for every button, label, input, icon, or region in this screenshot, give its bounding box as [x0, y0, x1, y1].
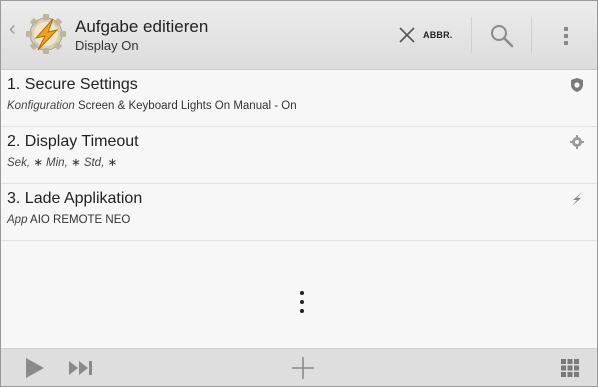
toolbar-divider: [471, 17, 472, 53]
param-value: AIO REMOTE NEO: [30, 214, 131, 226]
list-item[interactable]: 1. Secure Settings Konfiguration Screen …: [1, 70, 597, 127]
search-icon[interactable]: [487, 21, 517, 51]
action-title: 3. Lade Applikation: [7, 190, 143, 207]
cancel-button[interactable]: ABBR.: [397, 23, 453, 47]
action-title: 1. Secure Settings: [7, 76, 138, 93]
action-title: 2. Display Timeout: [7, 133, 139, 150]
action-bar: ‹ Aufgabe editieren Display On ABBR.: [1, 1, 597, 70]
action-parameters: Sek, ∗ Min, ∗ Std, ∗: [7, 155, 597, 171]
skip-forward-icon[interactable]: [67, 359, 97, 377]
action-parameters: Konfiguration Screen & Keyboard Lights O…: [7, 98, 597, 114]
action-parameters: App AIO REMOTE NEO: [7, 212, 597, 228]
list-item[interactable]: 2. Display Timeout Sek, ∗ Min, ∗ Std, ∗: [1, 127, 597, 184]
list-item[interactable]: 3. Lade Applikation App AIO REMOTE NEO: [1, 184, 597, 241]
action-list: 1. Secure Settings Konfiguration Screen …: [1, 70, 597, 241]
param-value: Screen & Keyboard Lights On Manual - On: [77, 100, 297, 112]
chevron-left-icon[interactable]: ‹: [9, 19, 16, 39]
grid-icon[interactable]: [561, 359, 579, 377]
param-part: ∗: [67, 157, 84, 169]
param-part: Std,: [83, 157, 105, 169]
param-label: App: [7, 214, 28, 226]
param-part: Min,: [46, 157, 68, 169]
tasker-lightning-icon[interactable]: [23, 11, 69, 57]
param-part: ∗: [104, 157, 118, 169]
task-name-subtitle: Display On: [75, 38, 139, 53]
toolbar-divider: [531, 17, 532, 53]
bottom-toolbar: [1, 348, 597, 386]
page-title: Aufgabe editieren: [75, 17, 209, 36]
cancel-label: ABBR.: [423, 30, 453, 40]
gear-icon: [570, 135, 584, 149]
add-icon[interactable]: [290, 355, 316, 381]
more-vertical-icon[interactable]: [296, 287, 308, 317]
param-label: Konfiguration: [7, 100, 75, 112]
play-icon[interactable]: [23, 357, 47, 379]
param-part: ∗: [30, 157, 47, 169]
overflow-menu-icon[interactable]: [557, 21, 575, 51]
close-icon: [399, 27, 415, 43]
param-part: Sek,: [7, 157, 31, 169]
shield-icon: [571, 78, 583, 92]
lightning-icon: [572, 192, 582, 206]
app-window: ‹ Aufgabe editieren Display On ABBR. 1. …: [0, 0, 598, 387]
